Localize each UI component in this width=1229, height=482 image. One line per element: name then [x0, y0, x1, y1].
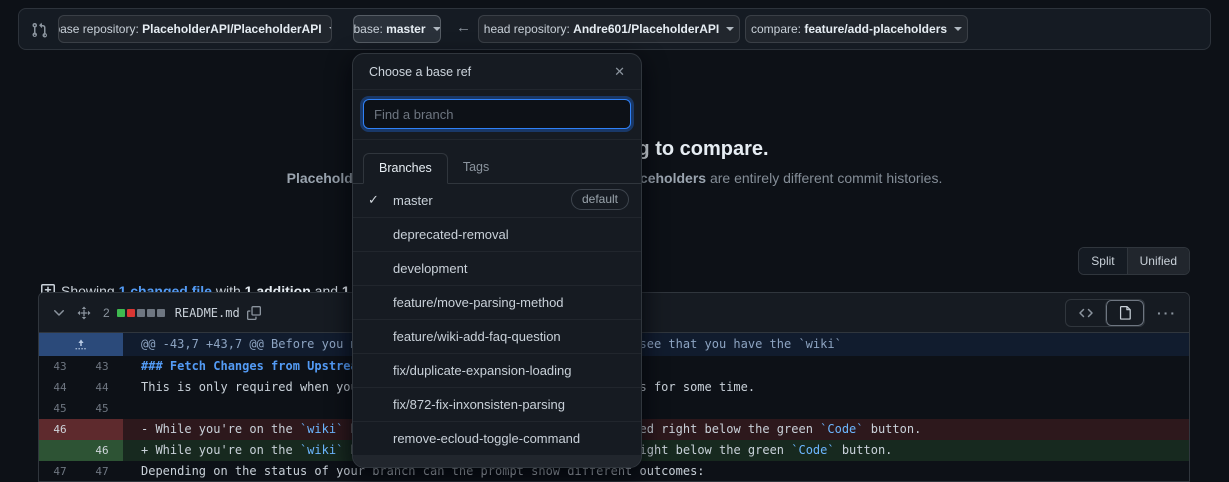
line-number[interactable] — [81, 419, 123, 440]
tab-branches[interactable]: Branches — [363, 153, 448, 184]
branch-item-remove-ecloud-toggle-command[interactable]: remove-ecloud-toggle-command — [353, 422, 641, 456]
compare-ref-value: feature/add-placeholders — [804, 22, 947, 36]
source-view-button[interactable] — [1066, 300, 1105, 326]
code-line: + While you're on the `wiki` branch, pre… — [123, 440, 1189, 461]
copy-icon[interactable] — [247, 306, 261, 320]
line-number[interactable]: 45 — [39, 398, 81, 419]
caret-down-icon — [329, 27, 332, 31]
file-name: README.md — [175, 306, 240, 320]
code-line: Depending on the status of your branch c… — [123, 461, 1189, 482]
diff-view-toggle: Split Unified — [1078, 247, 1190, 275]
line-number[interactable]: 47 — [81, 461, 123, 482]
branch-item-deprecated-removal[interactable]: deprecated-removal — [353, 218, 641, 252]
left-arrow-icon: ← — [456, 19, 471, 36]
code-line: ### Fetch Changes from Upstream — [123, 356, 1189, 377]
branch-item-fix/duplicate-expansion-loading[interactable]: fix/duplicate-expansion-loading — [353, 354, 641, 388]
changed-lines-count: 2 — [103, 306, 110, 320]
branch-name: deprecated-removal — [393, 227, 509, 242]
line-number[interactable]: 44 — [39, 377, 81, 398]
base-ref-selector[interactable]: base: master — [353, 15, 441, 43]
diffstat-square-neutral — [137, 309, 145, 317]
base-repository-value: PlaceholderAPI/PlaceholderAPI — [142, 22, 321, 36]
compare-toolbar: base repository: PlaceholderAPI/Placehol… — [18, 8, 1211, 50]
line-number[interactable]: 43 — [39, 356, 81, 377]
code-line: - While you're on the `wiki` branch, cli… — [123, 419, 1189, 440]
base-repository-label: base repository: — [58, 22, 142, 36]
close-icon[interactable]: ✕ — [612, 64, 627, 80]
caret-down-icon — [954, 27, 962, 31]
expand-hunk-button[interactable] — [39, 333, 123, 356]
unified-view-button[interactable]: Unified — [1127, 248, 1189, 274]
tab-tags[interactable]: Tags — [448, 153, 504, 184]
branch-item-wiki[interactable]: wiki — [353, 456, 641, 468]
diffstat-square-neutral — [157, 309, 165, 317]
split-view-button[interactable]: Split — [1079, 248, 1126, 274]
caret-down-icon — [433, 27, 441, 31]
expand-up-icon — [73, 337, 89, 353]
base-repository-selector[interactable]: base repository: PlaceholderAPI/Placehol… — [58, 15, 332, 43]
branch-name: feature/move-parsing-method — [393, 295, 564, 310]
message-text: are entirely different commit histories. — [706, 170, 942, 186]
git-compare-icon — [32, 22, 48, 38]
branch-name: development — [393, 261, 467, 276]
dropdown-title: Choose a base ref — [369, 65, 471, 79]
head-repository-selector[interactable]: head repository: Andre601/PlaceholderAPI — [478, 15, 740, 43]
branch-list: ✓ master default deprecated-removal developm… — [353, 184, 641, 468]
default-badge: default — [571, 189, 629, 210]
branch-item-master[interactable]: ✓ master default — [353, 184, 641, 218]
kebab-menu-icon[interactable]: ··· — [1157, 305, 1177, 321]
code-line — [123, 398, 1189, 419]
branch-name: feature/wiki-add-faq-question — [393, 329, 561, 344]
code-line: @@ -43,7 +43,7 @@ Before you make any ch… — [123, 333, 1189, 356]
line-number[interactable]: 45 — [81, 398, 123, 419]
branch-item-development[interactable]: development — [353, 252, 641, 286]
rich-diff-button[interactable] — [1105, 300, 1144, 326]
caret-down-icon — [726, 27, 734, 31]
drag-handle-icon[interactable] — [76, 305, 92, 321]
head-repository-value: Andre601/PlaceholderAPI — [573, 22, 719, 36]
line-number[interactable]: 47 — [39, 461, 81, 482]
diffstat-square-neutral — [147, 309, 155, 317]
diff-display-group — [1065, 299, 1145, 327]
code-line: This is only required when your fork of … — [123, 377, 1189, 398]
ref-type-tabs: Branches Tags — [353, 140, 641, 184]
check-icon: ✓ — [368, 192, 379, 207]
compare-ref-label: compare: — [751, 22, 804, 36]
line-number[interactable]: 43 — [81, 356, 123, 377]
branch-name: remove-ecloud-toggle-command — [393, 431, 580, 446]
base-ref-dropdown: Choose a base ref ✕ Branches Tags ✓ maste… — [352, 53, 642, 468]
branch-name: fix/872-fix-inxonsisten-parsing — [393, 397, 565, 412]
diffstat-square-deleted — [127, 309, 135, 317]
diffstat-square-added — [117, 309, 125, 317]
line-number[interactable]: 46 — [39, 419, 81, 440]
base-ref-value: master — [386, 22, 425, 36]
base-ref-label: base: — [353, 22, 386, 36]
branch-item-feature/move-parsing-method[interactable]: feature/move-parsing-method — [353, 286, 641, 320]
branch-name: fix/duplicate-expansion-loading — [393, 363, 572, 378]
branch-filter — [353, 90, 641, 140]
branch-name: wiki — [393, 465, 415, 468]
find-branch-input[interactable] — [363, 99, 631, 129]
branch-item-feature/wiki-add-faq-question[interactable]: feature/wiki-add-faq-question — [353, 320, 641, 354]
dropdown-header: Choose a base ref ✕ — [353, 54, 641, 90]
line-number[interactable] — [39, 440, 81, 461]
branch-name: master — [393, 193, 433, 208]
line-number[interactable]: 44 — [81, 377, 123, 398]
head-repository-label: head repository: — [484, 22, 573, 36]
line-number[interactable]: 46 — [81, 440, 123, 461]
diffstat — [117, 309, 167, 317]
chevron-down-icon[interactable] — [51, 305, 67, 321]
compare-ref-selector[interactable]: compare: feature/add-placeholders — [745, 15, 968, 43]
branch-item-fix/872-fix-inxonsisten-parsing[interactable]: fix/872-fix-inxonsisten-parsing — [353, 388, 641, 422]
